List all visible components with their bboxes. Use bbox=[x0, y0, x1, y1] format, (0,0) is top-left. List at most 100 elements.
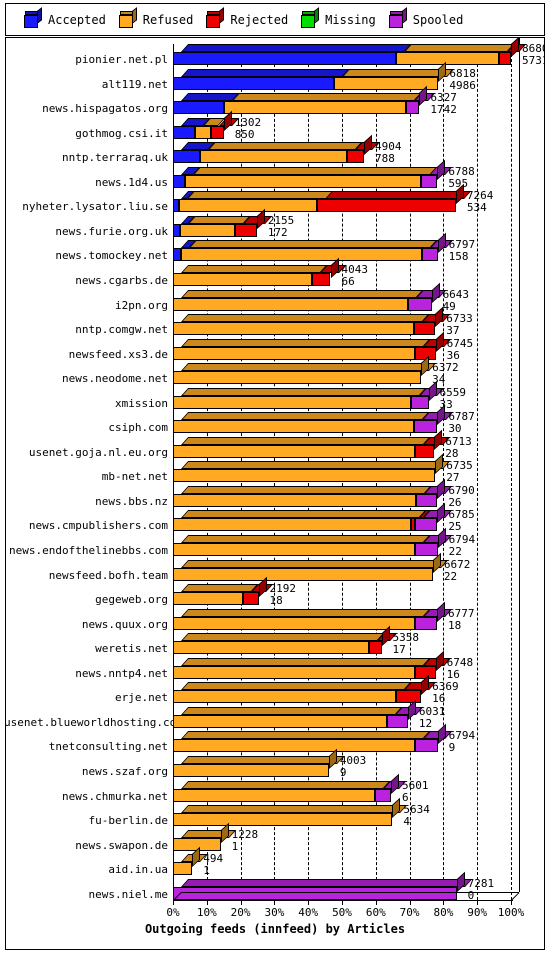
bar-segment-spooled[interactable] bbox=[421, 248, 438, 262]
bar-segment-accepted[interactable] bbox=[173, 223, 180, 237]
bar-segment-rejected[interactable] bbox=[317, 199, 456, 213]
bar-segment-rejected[interactable] bbox=[499, 52, 511, 65]
bar-segment-top bbox=[181, 436, 430, 445]
bar-value-secondary: 1 bbox=[231, 839, 239, 853]
bar-segment-refused[interactable] bbox=[173, 641, 370, 655]
bar-segment-refused[interactable] bbox=[396, 52, 500, 65]
legend-item-spooled[interactable]: Spooled bbox=[388, 7, 464, 28]
bar-segment-accepted[interactable] bbox=[173, 76, 334, 90]
bar-segment-refused[interactable] bbox=[184, 174, 422, 188]
bar-segment-spooled[interactable] bbox=[421, 174, 438, 188]
bar-segment-refused[interactable] bbox=[173, 346, 415, 360]
bar-value-secondary: 27 bbox=[446, 471, 460, 485]
bar-category-label: news.cgarbs.de bbox=[75, 273, 168, 287]
bar-segment-refused[interactable] bbox=[180, 248, 422, 262]
bar-segment-side bbox=[392, 797, 401, 819]
bar-segment-top bbox=[181, 485, 432, 494]
bar-segment-refused[interactable] bbox=[199, 150, 347, 164]
bar-segment-accepted[interactable] bbox=[173, 248, 181, 262]
legend-item-label: Spooled bbox=[412, 12, 464, 27]
bar-value-total: 6745 bbox=[446, 336, 474, 350]
bar-segment-spooled[interactable] bbox=[415, 543, 438, 556]
bar-value-total: 6643 bbox=[442, 287, 470, 301]
bar-value-secondary: 16 bbox=[446, 667, 460, 681]
bar-segment-rejected[interactable] bbox=[396, 690, 422, 704]
bar-segment-refused[interactable] bbox=[178, 199, 318, 213]
bar-segment-spooled[interactable] bbox=[414, 518, 438, 532]
bar-segment-spooled[interactable] bbox=[405, 101, 420, 115]
axis-depth-connector bbox=[511, 891, 520, 901]
bar-category-label: nntp.terraraq.uk bbox=[62, 151, 168, 165]
bar-segment-refused[interactable] bbox=[173, 862, 193, 876]
bar-value-secondary: 26 bbox=[448, 495, 462, 509]
bar-segment-top bbox=[181, 412, 429, 421]
bar-segment-spooled[interactable] bbox=[374, 788, 391, 802]
bar-value-total: 6788 bbox=[448, 164, 475, 178]
bar-segment-rejected[interactable] bbox=[346, 150, 364, 164]
bar-segment-refused[interactable] bbox=[173, 567, 433, 581]
legend-item-accepted[interactable]: Accepted bbox=[24, 7, 106, 28]
bar-segment-spooled[interactable] bbox=[386, 714, 408, 728]
bar-segment-accepted[interactable] bbox=[173, 101, 224, 115]
bar-segment-refused[interactable] bbox=[173, 371, 422, 385]
bar-segment-refused[interactable] bbox=[173, 297, 409, 311]
legend-item-missing[interactable]: Missing bbox=[301, 7, 376, 28]
bar-segment-refused[interactable] bbox=[173, 763, 329, 777]
bar-segment-accepted[interactable] bbox=[173, 150, 200, 164]
bar-value-total: 6748 bbox=[446, 655, 474, 669]
x-axis-tick bbox=[206, 899, 208, 905]
bar-segment-refused[interactable] bbox=[173, 739, 416, 753]
bar-segment-refused[interactable] bbox=[173, 690, 397, 704]
bar-segment-refused[interactable] bbox=[173, 788, 375, 802]
bar-segment-refused[interactable] bbox=[173, 518, 411, 532]
bar-category-label: nntp.comgw.net bbox=[75, 323, 168, 337]
bar-segment-refused[interactable] bbox=[173, 444, 415, 458]
bar-segment-refused[interactable] bbox=[173, 322, 415, 336]
bar-segment-accepted[interactable] bbox=[173, 125, 196, 139]
bar-segment-refused[interactable] bbox=[223, 101, 406, 115]
bar-segment-side bbox=[391, 773, 399, 794]
bar-segment-spooled[interactable] bbox=[416, 493, 438, 507]
bar-segment-refused[interactable] bbox=[333, 76, 439, 90]
bar-segment-refused[interactable] bbox=[173, 469, 436, 483]
bar-segment-refused[interactable] bbox=[173, 714, 387, 728]
bar-segment-spooled[interactable] bbox=[413, 420, 438, 434]
bar-segment-refused[interactable] bbox=[173, 395, 411, 409]
bar-segment-refused[interactable] bbox=[173, 616, 415, 630]
bar-segment-rejected[interactable] bbox=[235, 223, 257, 237]
bar-segment-refused[interactable] bbox=[173, 543, 416, 556]
bar-segment-spooled[interactable] bbox=[410, 395, 429, 409]
bar-value-total: 1302 bbox=[234, 115, 262, 129]
x-axis-tick bbox=[511, 899, 512, 905]
bar-segment-accepted[interactable] bbox=[173, 174, 185, 188]
bar-segment-rejected[interactable] bbox=[414, 322, 436, 336]
bar-segment-rejected[interactable] bbox=[243, 592, 259, 606]
bar-segment-accepted[interactable] bbox=[173, 52, 397, 65]
bar-segment-refused[interactable] bbox=[173, 493, 417, 507]
bar-segment-spooled[interactable] bbox=[173, 886, 457, 900]
bar-segment-refused[interactable] bbox=[173, 813, 393, 827]
legend-item-refused[interactable]: Refused bbox=[118, 7, 193, 28]
bar-segment-rejected[interactable] bbox=[210, 125, 224, 139]
bar-segment-refused[interactable] bbox=[173, 272, 312, 286]
bar-segment-spooled[interactable] bbox=[415, 739, 438, 753]
bar-segment-refused[interactable] bbox=[179, 223, 236, 237]
cube-icon bbox=[206, 7, 225, 28]
bar-segment-rejected[interactable] bbox=[369, 641, 382, 655]
bar-segment-rejected[interactable] bbox=[311, 272, 331, 286]
grid-line bbox=[511, 44, 512, 900]
bar-segment-refused[interactable] bbox=[195, 125, 211, 139]
x-axis-tick bbox=[375, 899, 377, 905]
bar-segment-side bbox=[437, 233, 446, 254]
bar-segment-refused[interactable] bbox=[173, 592, 244, 606]
chart-canvas: pionier.net.pl86805731alt119.net68184986… bbox=[6, 38, 544, 949]
bar-segment-spooled[interactable] bbox=[414, 616, 437, 630]
bar-segment-top bbox=[181, 314, 430, 323]
bar-value-secondary: 22 bbox=[443, 569, 458, 583]
bar-segment-rejected[interactable] bbox=[414, 444, 435, 458]
bar-segment-refused[interactable] bbox=[173, 665, 415, 679]
bar-segment-refused[interactable] bbox=[173, 420, 414, 434]
bar-segment-spooled[interactable] bbox=[408, 297, 432, 311]
bar-segment-top bbox=[192, 166, 437, 175]
legend-item-rejected[interactable]: Rejected bbox=[206, 7, 288, 28]
